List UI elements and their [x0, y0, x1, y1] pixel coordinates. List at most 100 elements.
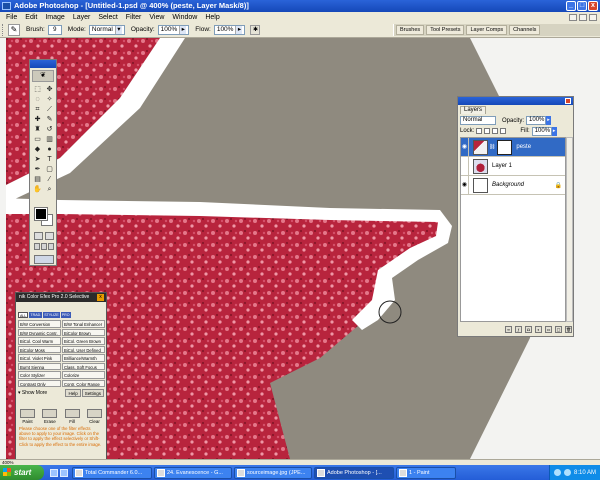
- adjustment-layer-icon[interactable]: ◐: [535, 325, 542, 333]
- network-icon[interactable]: [553, 469, 561, 476]
- lock-position-checkbox[interactable]: [492, 128, 499, 134]
- nik-filter[interactable]: Class. Soft Focus: [62, 362, 105, 370]
- doc-minimize-button[interactable]: [569, 13, 577, 21]
- lock-transparency-checkbox[interactable]: [476, 128, 483, 134]
- nik-filter[interactable]: BiColor Moss: [18, 345, 61, 353]
- path-selection-tool-icon[interactable]: ➤: [32, 155, 43, 164]
- well-tab-channels[interactable]: Channels: [509, 25, 541, 35]
- add-mask-icon[interactable]: ◘: [525, 325, 532, 333]
- nik-filter[interactable]: B/W Dynamic Contr.: [18, 328, 61, 336]
- nik-tab-stylize[interactable]: STYLIZE: [43, 312, 60, 318]
- nik-tab-all[interactable]: ALL: [18, 312, 29, 318]
- close-icon[interactable]: [565, 98, 571, 104]
- dodge-tool-icon[interactable]: ●: [44, 145, 55, 154]
- nik-help-button[interactable]: Help: [65, 389, 81, 397]
- link-layers-icon[interactable]: ∞: [505, 325, 512, 333]
- tools-palette-titlebar[interactable]: [30, 60, 56, 68]
- airbrush-toggle-icon[interactable]: ✱: [250, 24, 261, 35]
- menu-window[interactable]: Window: [168, 14, 201, 21]
- layer-mask-thumbnail[interactable]: [497, 139, 513, 155]
- history-brush-tool-icon[interactable]: ↺: [44, 125, 55, 134]
- maximize-button[interactable]: □: [577, 1, 587, 11]
- layers-palette-titlebar[interactable]: [458, 97, 573, 105]
- flow-field[interactable]: 100% ▸: [213, 24, 246, 35]
- menu-edit[interactable]: Edit: [21, 14, 41, 21]
- nik-filter[interactable]: Colorize: [62, 371, 105, 379]
- visibility-eye-icon[interactable]: ◉: [461, 137, 469, 157]
- menu-filter[interactable]: Filter: [122, 14, 146, 21]
- taskbar-button-total-commander[interactable]: Total Commander 6.0...: [72, 466, 152, 479]
- nik-filter[interactable]: BiCol. Violet Pink: [18, 354, 61, 362]
- well-tab-tool-presets[interactable]: Tool Presets: [426, 25, 465, 35]
- full-screen-icon[interactable]: [48, 243, 54, 250]
- nik-filter[interactable]: BiColor Brown: [62, 328, 105, 336]
- layer-row-layer-1[interactable]: Layer 1: [461, 156, 565, 176]
- nik-filter[interactable]: Contrast Only: [18, 379, 61, 387]
- layer-row-background[interactable]: ◉ Background 🔒: [461, 175, 565, 195]
- shape-tool-icon[interactable]: ▢: [44, 165, 55, 174]
- new-group-icon[interactable]: ▭: [545, 325, 552, 333]
- move-tool-icon[interactable]: ✥: [44, 85, 55, 94]
- standard-mode-icon[interactable]: [34, 232, 43, 240]
- opacity-field[interactable]: 100% ▸: [157, 24, 190, 35]
- trash-icon[interactable]: 🗑: [565, 325, 572, 333]
- hand-tool-icon[interactable]: ✋: [32, 185, 43, 194]
- standard-screen-icon[interactable]: [34, 243, 40, 250]
- volume-icon[interactable]: [563, 469, 571, 476]
- blur-tool-icon[interactable]: ◆: [32, 145, 43, 154]
- magic-wand-tool-icon[interactable]: ✧: [44, 95, 55, 104]
- nik-filter[interactable]: BiCol. Green Brown: [62, 337, 105, 345]
- layer-style-icon[interactable]: ƒ: [515, 325, 522, 333]
- menu-help[interactable]: Help: [201, 14, 223, 21]
- foreground-color-swatch[interactable]: [34, 207, 48, 221]
- nik-filter[interactable]: Contr. Color Range: [62, 379, 105, 387]
- close-button[interactable]: x: [588, 1, 598, 11]
- brush-tool-preset-icon[interactable]: ✎: [8, 23, 20, 36]
- quick-mask-mode-icon[interactable]: [45, 232, 54, 240]
- nik-filter[interactable]: BiCol. User Defined: [62, 345, 105, 353]
- clock[interactable]: 8:10 AM: [574, 470, 596, 476]
- layers-scrollbar[interactable]: [566, 137, 573, 322]
- menu-file[interactable]: File: [2, 14, 21, 21]
- clone-stamp-tool-icon[interactable]: ♜: [32, 125, 43, 134]
- well-tab-brushes[interactable]: Brushes: [396, 25, 425, 35]
- marquee-tool-icon[interactable]: ⬚: [32, 85, 43, 94]
- nik-filter[interactable]: Burnt Sienna: [18, 362, 61, 370]
- crop-tool-icon[interactable]: ⌗: [32, 105, 43, 114]
- type-tool-icon[interactable]: T: [44, 155, 55, 164]
- lock-all-checkbox[interactable]: [500, 128, 507, 134]
- nik-filter[interactable]: B/W Conversion: [18, 320, 61, 328]
- tab-layers[interactable]: Layers: [460, 106, 487, 114]
- start-button[interactable]: start: [0, 465, 44, 480]
- well-tab-layer-comps[interactable]: Layer Comps: [466, 25, 508, 35]
- zoom-tool-icon[interactable]: ⌕: [44, 185, 55, 194]
- menu-select[interactable]: Select: [94, 14, 121, 21]
- visibility-eye-icon[interactable]: [461, 156, 469, 176]
- fill-button[interactable]: Fill: [63, 409, 82, 424]
- nik-filter[interactable]: B/W Tonal Enhancer: [62, 320, 105, 328]
- lasso-tool-icon[interactable]: ◌: [32, 95, 43, 104]
- visibility-eye-icon[interactable]: ◉: [461, 175, 469, 195]
- chevron-right-icon[interactable]: ▸: [546, 116, 552, 125]
- brush-picker[interactable]: 9: [47, 24, 62, 35]
- jump-to-imageready-icon[interactable]: [34, 255, 54, 264]
- doc-close-button[interactable]: [589, 13, 597, 21]
- nik-settings-button[interactable]: Settings: [81, 389, 104, 397]
- paint-button[interactable]: Paint: [18, 409, 37, 424]
- nik-filter[interactable]: BiCol. Cool Warm: [18, 337, 61, 345]
- close-icon[interactable]: x: [97, 294, 104, 301]
- eraser-tool-icon[interactable]: ▭: [32, 135, 43, 144]
- nik-panel-titlebar[interactable]: nik Color Efex Pro 2.0 Selective x: [16, 293, 106, 302]
- gradient-tool-icon[interactable]: ▥: [44, 135, 55, 144]
- taskbar-button-paint[interactable]: 1 - Paint: [396, 466, 456, 479]
- taskbar-button-photoshop[interactable]: Adobe Photoshop - [...: [314, 466, 394, 479]
- fill-field[interactable]: 100%: [531, 126, 552, 136]
- taskbar-button-media-player[interactable]: 24. Evanescence - G...: [154, 466, 232, 479]
- browser-icon[interactable]: [60, 468, 68, 477]
- nik-tab-pro[interactable]: PRO: [60, 312, 71, 318]
- blend-mode-select[interactable]: Normal: [460, 116, 496, 125]
- new-layer-icon[interactable]: ▢: [555, 325, 562, 333]
- clear-button[interactable]: Clear: [85, 409, 104, 424]
- chevron-right-icon[interactable]: ▸: [551, 126, 557, 136]
- show-desktop-icon[interactable]: [50, 468, 58, 477]
